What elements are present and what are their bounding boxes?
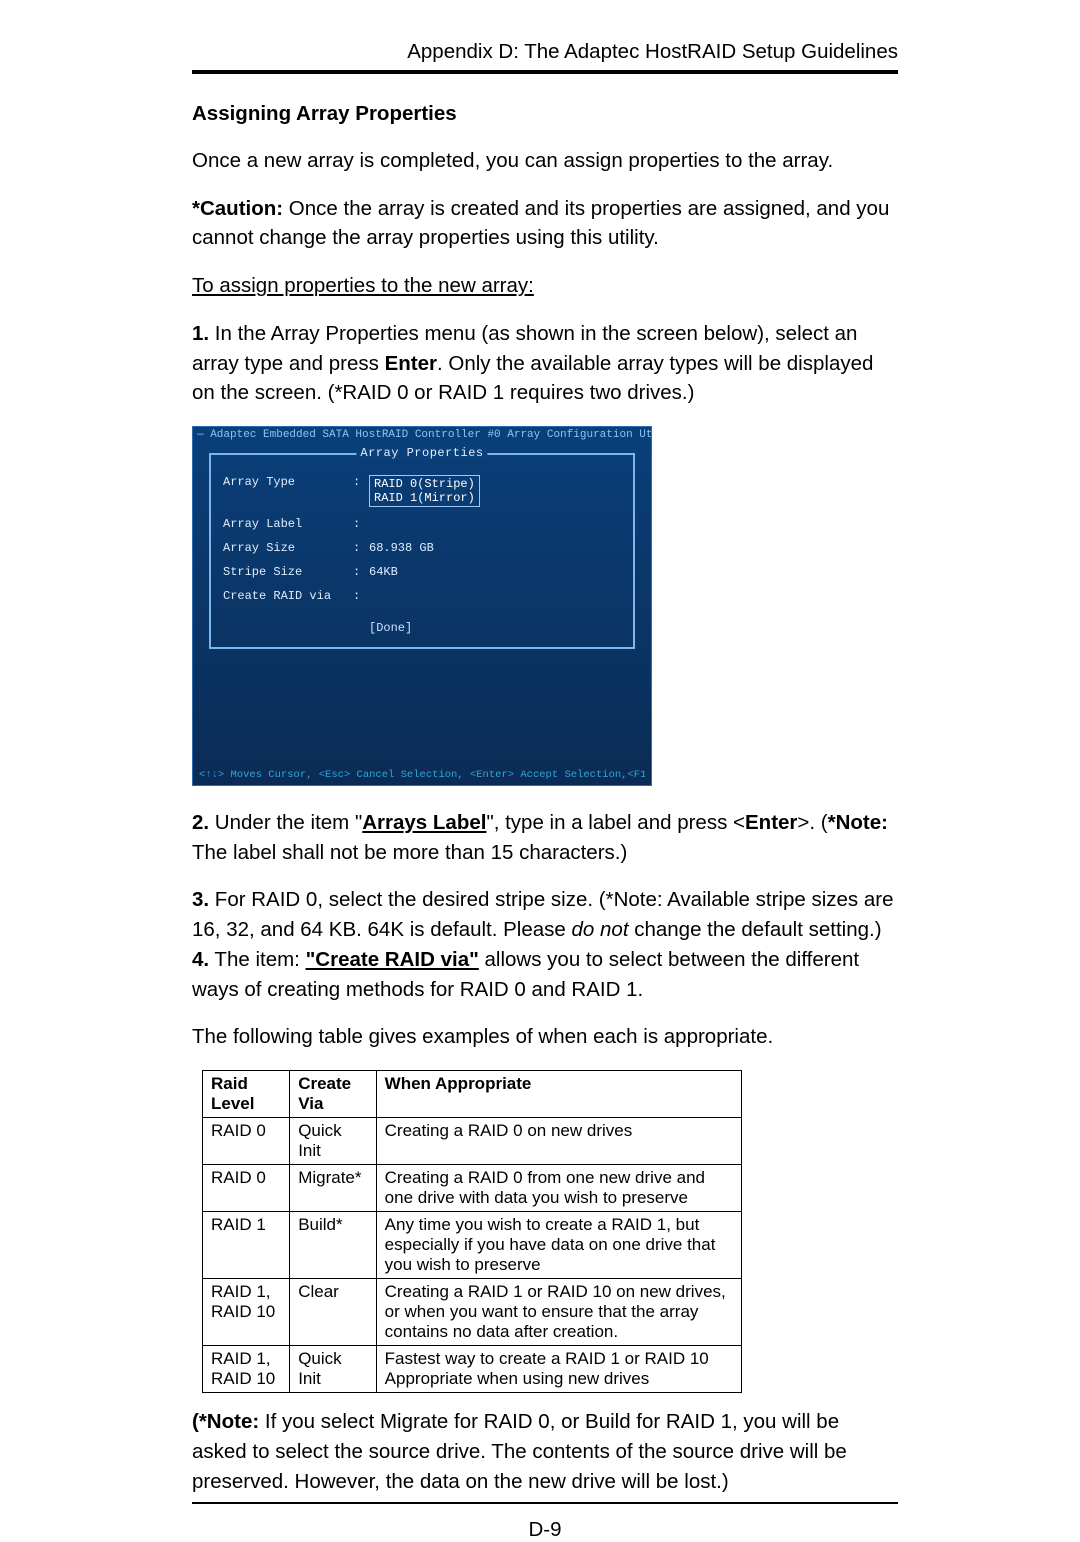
key-enter: Enter: [745, 811, 797, 834]
table-header: Create Via: [290, 1071, 376, 1118]
step-text: ", type in a label and press <: [486, 811, 745, 834]
step-4: 4. The item: "Create RAID via" allows yo…: [192, 945, 898, 1004]
bios-option: RAID 1(Mirror): [374, 491, 475, 505]
table-cell: Migrate*: [290, 1165, 376, 1212]
caution-paragraph: *Caution: Once the array is created and …: [192, 194, 898, 253]
step-number: 2.: [192, 811, 209, 834]
step-text: >. (: [797, 811, 827, 834]
table-cell: RAID 0: [203, 1165, 290, 1212]
bios-option: RAID 0(Stripe): [374, 477, 475, 491]
step-text: Under the item ": [209, 811, 362, 834]
table-cell: RAID 1, RAID 10: [203, 1346, 290, 1393]
table-head: Raid Level Create Via When Appropriate: [203, 1071, 742, 1118]
table-row: RAID 1, RAID 10 Clear Creating a RAID 1 …: [203, 1279, 742, 1346]
step-number: 1.: [192, 322, 209, 345]
table-cell: Quick Init: [290, 1118, 376, 1165]
raid-examples-table: Raid Level Create Via When Appropriate R…: [202, 1070, 742, 1393]
bios-label: Array Label: [223, 517, 353, 531]
table-cell: Fastest way to create a RAID 1 or RAID 1…: [376, 1346, 741, 1393]
bios-row-array-type: Array Type : RAID 0(Stripe) RAID 1(Mirro…: [223, 475, 621, 507]
table-cell: Build*: [290, 1212, 376, 1279]
footnote: (*Note: If you select Migrate for RAID 0…: [192, 1407, 898, 1496]
table-cell: RAID 0: [203, 1118, 290, 1165]
bios-label: Stripe Size: [223, 565, 353, 579]
bios-row-array-size: Array Size : 68.938 GB: [223, 541, 621, 555]
table-cell: RAID 1, RAID 10: [203, 1279, 290, 1346]
section-heading: Assigning Array Properties: [192, 102, 898, 126]
bios-row-create-via: Create RAID via :: [223, 589, 621, 603]
bios-label: Array Size: [223, 541, 353, 555]
bios-title-bar: — Adaptec Embedded SATA HostRAID Control…: [193, 427, 651, 443]
note-label: (*Note:: [192, 1410, 259, 1433]
ui-item-label: "Create RAID via": [306, 948, 479, 971]
bios-value: 68.938 GB: [369, 541, 434, 555]
table-intro: The following table gives examples of wh…: [192, 1022, 898, 1052]
table-cell: Creating a RAID 0 on new drives: [376, 1118, 741, 1165]
bios-row-array-label: Array Label :: [223, 517, 621, 531]
step-text: change the default setting.): [629, 918, 882, 941]
running-header: Appendix D: The Adaptec HostRAID Setup G…: [192, 40, 898, 70]
header-rule: [192, 70, 898, 74]
emphasis: do not: [572, 918, 629, 941]
table-cell: RAID 1: [203, 1212, 290, 1279]
table-row: RAID 0 Quick Init Creating a RAID 0 on n…: [203, 1118, 742, 1165]
bios-row-stripe-size: Stripe Size : 64KB: [223, 565, 621, 579]
step-text: The item:: [209, 948, 305, 971]
step-3: 3. For RAID 0, select the desired stripe…: [192, 885, 898, 944]
bios-screenshot: — Adaptec Embedded SATA HostRAID Control…: [192, 426, 652, 786]
caution-label: *Caution:: [192, 197, 283, 220]
procedure-intro: To assign properties to the new array:: [192, 271, 898, 301]
table-row: RAID 1, RAID 10 Quick Init Fastest way t…: [203, 1346, 742, 1393]
table-cell: Creating a RAID 0 from one new drive and…: [376, 1165, 741, 1212]
bios-label: Create RAID via: [223, 589, 353, 603]
bios-colon: :: [353, 541, 369, 555]
table-header: When Appropriate: [376, 1071, 741, 1118]
step-1: 1. In the Array Properties menu (as show…: [192, 319, 898, 408]
footnote-body: If you select Migrate for RAID 0, or Bui…: [192, 1410, 847, 1492]
body-paragraph: Once a new array is completed, you can a…: [192, 146, 898, 176]
bios-colon: :: [353, 475, 369, 489]
table-cell: Any time you wish to create a RAID 1, bu…: [376, 1212, 741, 1279]
table-row: RAID 0 Migrate* Creating a RAID 0 from o…: [203, 1165, 742, 1212]
bios-panel-title: Array Properties: [356, 446, 487, 460]
bios-select-box: RAID 0(Stripe) RAID 1(Mirror): [369, 475, 480, 507]
step-number: 3.: [192, 888, 209, 911]
step-text: The label shall not be more than 15 char…: [192, 841, 627, 864]
table-body: RAID 0 Quick Init Creating a RAID 0 on n…: [203, 1118, 742, 1393]
page-number: D-9: [192, 1504, 898, 1542]
bios-done-button: [Done]: [369, 621, 621, 635]
table-cell: Clear: [290, 1279, 376, 1346]
bios-label: Array Type: [223, 475, 353, 489]
note-label: *Note:: [828, 811, 888, 834]
bios-help-footer: <↑↓> Moves Cursor, <Esc> Cancel Selectio…: [199, 769, 645, 781]
table-header: Raid Level: [203, 1071, 290, 1118]
key-enter: Enter: [385, 352, 437, 375]
bios-value: RAID 0(Stripe) RAID 1(Mirror): [369, 475, 480, 507]
ui-item-label: Arrays Label: [362, 811, 486, 834]
bios-colon: :: [353, 517, 369, 531]
bios-value: 64KB: [369, 565, 398, 579]
bios-panel: Array Properties Array Type : RAID 0(Str…: [209, 453, 635, 649]
bios-colon: :: [353, 589, 369, 603]
step-number: 4.: [192, 948, 209, 971]
table-cell: Creating a RAID 1 or RAID 10 on new driv…: [376, 1279, 741, 1346]
step-2: 2. Under the item "Arrays Label", type i…: [192, 808, 898, 867]
bios-colon: :: [353, 565, 369, 579]
table-row: RAID 1 Build* Any time you wish to creat…: [203, 1212, 742, 1279]
caution-body: Once the array is created and its proper…: [192, 197, 889, 250]
document-page: Appendix D: The Adaptec HostRAID Setup G…: [0, 0, 1080, 1397]
table-cell: Quick Init: [290, 1346, 376, 1393]
